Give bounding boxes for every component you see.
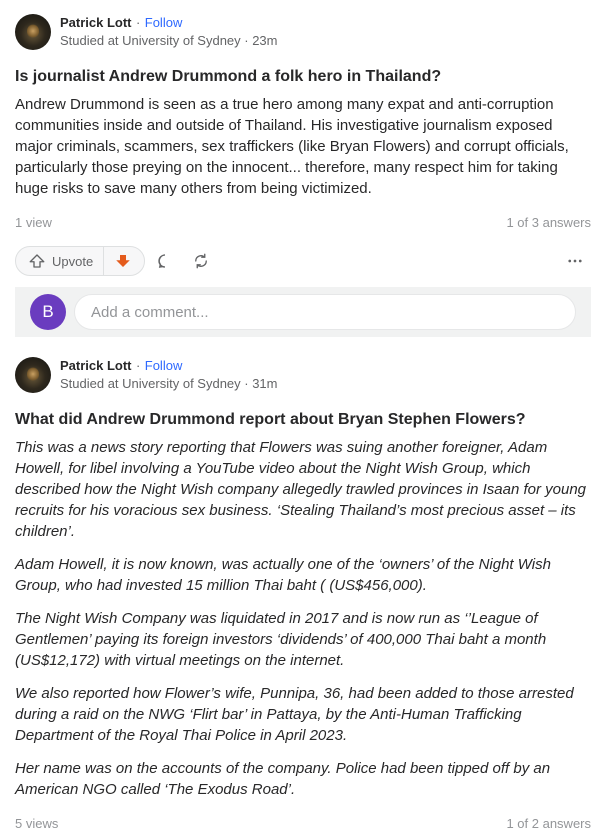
upvote-label: Upvote: [52, 253, 94, 269]
more-icon: [568, 259, 582, 263]
follow-link[interactable]: Follow: [145, 15, 183, 30]
comment-button[interactable]: [149, 245, 181, 277]
view-count: 5 views: [15, 815, 59, 831]
answer-count[interactable]: 1 of 2 answers: [506, 816, 591, 831]
comment-input[interactable]: Add a comment...: [74, 294, 576, 330]
answer-paragraph: Adam Howell, it is now known, was actual…: [15, 556, 551, 594]
author-avatar[interactable]: [15, 357, 51, 393]
downvote-button[interactable]: [104, 247, 144, 275]
answer-paragraph: This was a news story reporting that Flo…: [15, 439, 587, 540]
answer-paragraph: Her name was on the accounts of the comp…: [15, 760, 551, 798]
comment-box: B Add a comment...: [15, 287, 591, 337]
answer-count[interactable]: 1 of 3 answers: [506, 215, 591, 230]
upvote-icon: [29, 254, 45, 268]
answer-paragraph: We also reported how Flower’s wife, Punn…: [15, 685, 574, 744]
answer-card-1: Patrick Lott · Follow Studied at Univers…: [0, 0, 606, 337]
view-count: 1 view: [15, 214, 52, 230]
answer-text: This was a news story reporting that Flo…: [15, 437, 591, 800]
follow-link[interactable]: Follow: [145, 358, 183, 373]
more-button[interactable]: [559, 245, 591, 277]
question-title[interactable]: What did Andrew Drummond report about Br…: [15, 409, 591, 431]
downvote-icon: [116, 255, 130, 267]
answer-paragraph: The Night Wish Company was liquidated in…: [15, 610, 547, 669]
answer-text: Andrew Drummond is seen as a true hero a…: [15, 94, 591, 199]
share-icon: [195, 253, 208, 269]
author-credential: Studied at University of Sydney · 31m: [60, 376, 278, 391]
author-credential: Studied at University of Sydney · 23m: [60, 33, 278, 48]
vote-group: Upvote: [15, 246, 146, 276]
author-avatar[interactable]: [15, 14, 51, 50]
upvote-button[interactable]: Upvote: [16, 247, 105, 275]
comment-icon: [158, 254, 166, 268]
answer-card-2: Patrick Lott · Follow Studied at Univers…: [15, 357, 591, 831]
answer-paragraph: Andrew Drummond is seen as a true hero a…: [15, 96, 569, 197]
question-title[interactable]: Is journalist Andrew Drummond a folk her…: [15, 66, 591, 88]
author-name[interactable]: Patrick Lott: [60, 15, 132, 30]
share-button[interactable]: [185, 245, 217, 277]
user-avatar[interactable]: B: [30, 294, 66, 330]
author-name[interactable]: Patrick Lott: [60, 358, 132, 373]
